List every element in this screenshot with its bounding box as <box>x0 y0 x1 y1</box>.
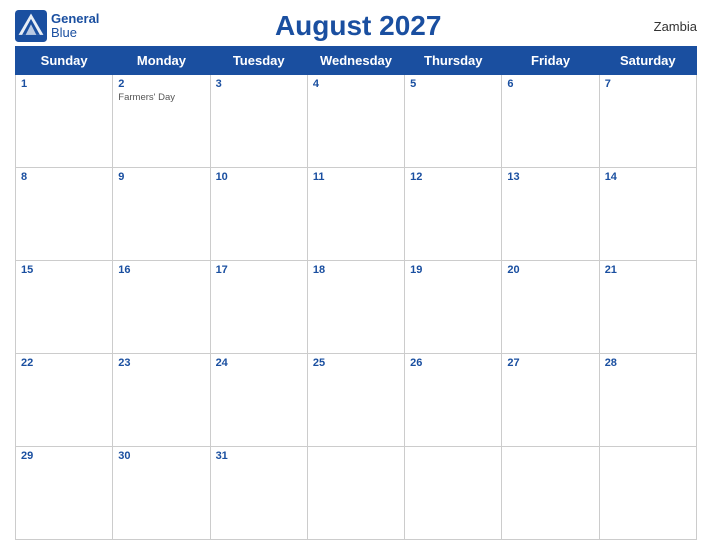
calendar-cell: 17 <box>210 261 307 354</box>
calendar-cell: 23 <box>113 354 210 447</box>
day-header-friday: Friday <box>502 47 599 75</box>
calendar-cell: 15 <box>16 261 113 354</box>
calendar-cell: 11 <box>307 168 404 261</box>
calendar-week-row: 22 23 24 25 26 27 28 <box>16 354 697 447</box>
day-number: 25 <box>313 357 399 369</box>
calendar-cell: 24 <box>210 354 307 447</box>
day-number: 2 <box>118 78 204 90</box>
calendar-cell: 20 <box>502 261 599 354</box>
day-number: 7 <box>605 78 691 90</box>
day-number: 11 <box>313 171 399 183</box>
calendar-cell: 26 <box>405 354 502 447</box>
day-number: 12 <box>410 171 496 183</box>
calendar-cell: 8 <box>16 168 113 261</box>
day-number: 27 <box>507 357 593 369</box>
day-number: 3 <box>216 78 302 90</box>
day-number: 24 <box>216 357 302 369</box>
calendar-cell: 7 <box>599 75 696 168</box>
day-number: 13 <box>507 171 593 183</box>
logo: General Blue <box>15 10 99 42</box>
logo-icon <box>15 10 47 42</box>
calendar-week-row: 15 16 17 18 19 20 21 <box>16 261 697 354</box>
calendar-cell: 10 <box>210 168 307 261</box>
calendar-week-row: 89 10 11 12 13 14 <box>16 168 697 261</box>
calendar-cell: 27 <box>502 354 599 447</box>
calendar-cell: 25 <box>307 354 404 447</box>
day-number: 23 <box>118 357 204 369</box>
holiday-label: Farmers' Day <box>118 92 204 103</box>
calendar-cell <box>307 447 404 540</box>
day-number: 6 <box>507 78 593 90</box>
calendar-cell: 1 <box>16 75 113 168</box>
day-number: 31 <box>216 450 302 462</box>
calendar-cell: 18 <box>307 261 404 354</box>
calendar-cell: 4 <box>307 75 404 168</box>
calendar-cell <box>405 447 502 540</box>
calendar-cell: 9 <box>113 168 210 261</box>
day-number: 14 <box>605 171 691 183</box>
calendar-cell: 2 Farmers' Day <box>113 75 210 168</box>
day-number: 4 <box>313 78 399 90</box>
day-number: 10 <box>216 171 302 183</box>
day-number: 26 <box>410 357 496 369</box>
day-header-sunday: Sunday <box>16 47 113 75</box>
day-number: 29 <box>21 450 107 462</box>
calendar-cell: 6 <box>502 75 599 168</box>
calendar-cell: 13 <box>502 168 599 261</box>
day-header-wednesday: Wednesday <box>307 47 404 75</box>
days-header-row: SundayMondayTuesdayWednesdayThursdayFrid… <box>16 47 697 75</box>
calendar-week-row: 12 Farmers' Day 34567 <box>16 75 697 168</box>
day-header-saturday: Saturday <box>599 47 696 75</box>
day-number: 19 <box>410 264 496 276</box>
calendar-cell: 19 <box>405 261 502 354</box>
calendar-cell: 31 <box>210 447 307 540</box>
calendar-cell: 14 <box>599 168 696 261</box>
calendar-cell: 22 <box>16 354 113 447</box>
calendar-table: SundayMondayTuesdayWednesdayThursdayFrid… <box>15 46 697 540</box>
calendar-title: August 2027 <box>99 10 617 42</box>
day-number: 18 <box>313 264 399 276</box>
day-number: 9 <box>118 171 204 183</box>
day-number: 21 <box>605 264 691 276</box>
day-header-thursday: Thursday <box>405 47 502 75</box>
day-number: 5 <box>410 78 496 90</box>
calendar-cell: 21 <box>599 261 696 354</box>
calendar-week-row: 29 30 31 <box>16 447 697 540</box>
calendar-cell: 3 <box>210 75 307 168</box>
calendar-cell: 29 <box>16 447 113 540</box>
calendar-cell: 30 <box>113 447 210 540</box>
logo-text: General Blue <box>51 12 99 41</box>
calendar-cell: 5 <box>405 75 502 168</box>
calendar-cell <box>599 447 696 540</box>
day-number: 17 <box>216 264 302 276</box>
day-number: 15 <box>21 264 107 276</box>
day-header-tuesday: Tuesday <box>210 47 307 75</box>
day-number: 30 <box>118 450 204 462</box>
page-header: General Blue August 2027 Zambia <box>15 10 697 42</box>
country-label: Zambia <box>617 19 697 34</box>
day-number: 28 <box>605 357 691 369</box>
day-header-monday: Monday <box>113 47 210 75</box>
calendar-cell: 12 <box>405 168 502 261</box>
day-number: 16 <box>118 264 204 276</box>
day-number: 8 <box>21 171 107 183</box>
day-number: 1 <box>21 78 107 90</box>
day-number: 20 <box>507 264 593 276</box>
day-number: 22 <box>21 357 107 369</box>
calendar-cell: 28 <box>599 354 696 447</box>
calendar-cell: 16 <box>113 261 210 354</box>
calendar-cell <box>502 447 599 540</box>
